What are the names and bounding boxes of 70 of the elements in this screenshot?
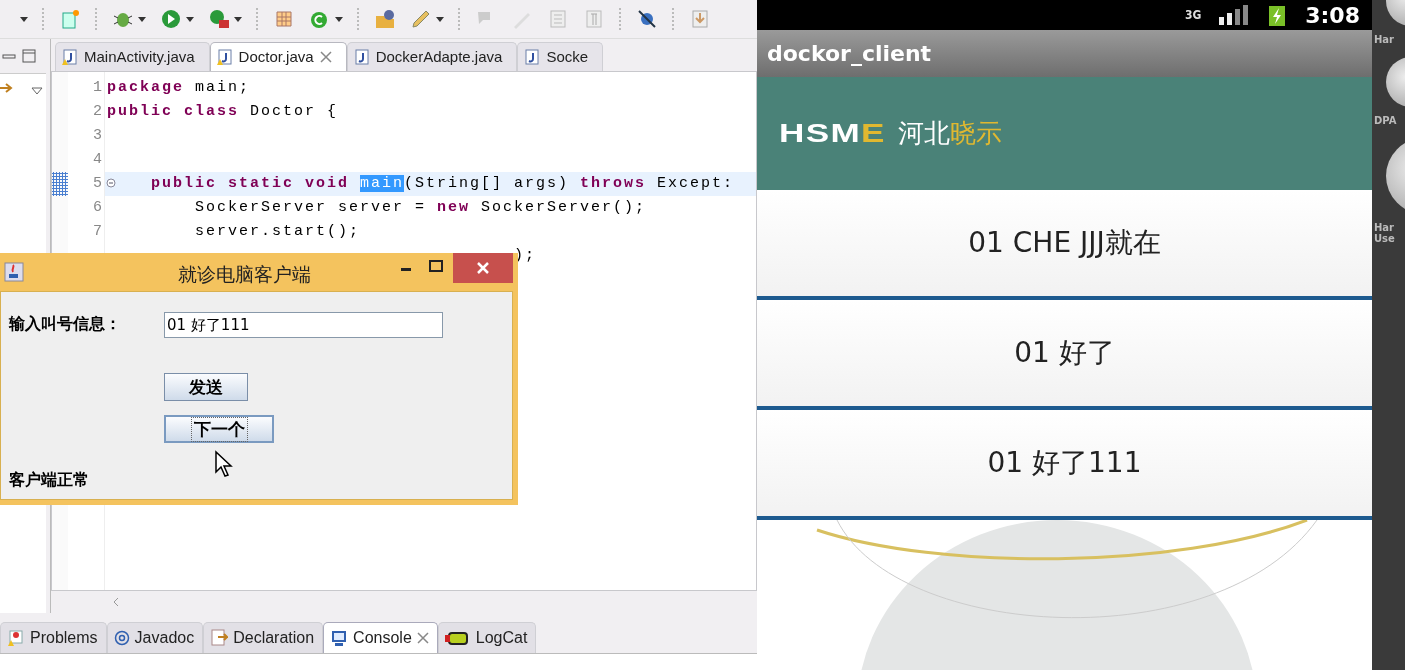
java-file-icon (62, 48, 78, 65)
field-label: 输入叫号信息： (9, 314, 121, 335)
logcat-icon (444, 629, 471, 647)
at-sign-icon (113, 630, 130, 646)
brand-name-part: 河北 (898, 117, 951, 150)
scroll-left-icon[interactable] (113, 597, 119, 608)
view-tab[interactable]: Console (323, 622, 438, 653)
control-label: Har Use (1374, 222, 1395, 244)
code-text: SockerServer server = new SockerServer(); (195, 198, 647, 216)
mouse-pointer-icon (214, 450, 236, 478)
battery-icon (1267, 4, 1288, 26)
clock-time: 3:08 (1305, 2, 1360, 28)
line-number: 1 (93, 77, 102, 98)
code-text: package main; (107, 78, 251, 96)
view-tab[interactable]: Problems (0, 622, 107, 653)
line-number: 4 (93, 149, 102, 170)
monitor-icon (330, 629, 349, 647)
dialog-title: 就诊电脑客户端 (178, 262, 311, 287)
line-number: 5 (93, 173, 102, 194)
grid-icon[interactable] (273, 8, 295, 30)
folder-icon[interactable] (374, 8, 396, 30)
run-icon[interactable] (160, 8, 182, 30)
caret-icon[interactable] (20, 16, 28, 22)
caret-icon[interactable] (138, 16, 146, 22)
call-info-field[interactable]: 01 好了111 (164, 312, 443, 338)
caret-icon[interactable] (234, 16, 242, 22)
code-text: public class Doctor { (107, 102, 339, 120)
java-file-icon (524, 48, 541, 65)
java-file-icon (353, 48, 370, 65)
control-label: Har (1374, 34, 1395, 45)
line-number: 2 (93, 101, 102, 122)
network-indicator: 3G (1184, 8, 1202, 22)
brand-name-part: 晓示 (950, 117, 1003, 150)
editor-tab[interactable]: Socke (517, 41, 604, 71)
dialog-button[interactable]: 发送 (164, 373, 248, 401)
signal-icon (1219, 5, 1250, 25)
view-tab[interactable]: Declaration (203, 622, 324, 653)
view-menu-icon[interactable] (31, 87, 44, 95)
caret-icon[interactable] (335, 16, 343, 22)
java-file-icon (216, 48, 233, 65)
line-number: 7 (93, 221, 102, 242)
close-button[interactable] (453, 253, 513, 283)
maximize-icon[interactable] (429, 260, 443, 274)
java-cup-icon (4, 262, 24, 282)
dialog-button[interactable]: 下一个 (164, 415, 274, 443)
caret-icon[interactable] (436, 16, 444, 22)
logo-letters: E (861, 118, 886, 149)
code-text: ); (514, 246, 537, 264)
declaration-icon (210, 629, 229, 647)
close-icon[interactable] (319, 50, 332, 63)
app-title: dockor_client (757, 30, 1372, 77)
line-number: 3 (93, 125, 102, 146)
code-text: server.start(); (195, 222, 361, 240)
logo-letters: HSM (779, 118, 862, 149)
control-label: DPA (1374, 115, 1397, 126)
caret-icon[interactable] (186, 16, 194, 22)
editor-tab[interactable]: Doctor.java (209, 41, 347, 71)
view-tab[interactable]: LogCat (437, 622, 537, 653)
fold-icon[interactable] (106, 177, 116, 188)
view-tab[interactable]: Javadoc (106, 622, 204, 653)
close-icon[interactable] (416, 632, 429, 644)
code-text: public static void main(String[] args) throws Except: (151, 174, 735, 192)
editor-tab[interactable]: MainActivity.java (55, 41, 210, 71)
status-text: 客户端正常 (9, 470, 89, 491)
line-number: 6 (93, 197, 102, 218)
mark-icon[interactable] (636, 8, 658, 30)
change-marker (52, 171, 68, 196)
run-tool-icon[interactable] (208, 8, 230, 30)
editor-tab[interactable]: DockerAdapte.java (346, 41, 518, 71)
problems-icon (7, 629, 25, 647)
